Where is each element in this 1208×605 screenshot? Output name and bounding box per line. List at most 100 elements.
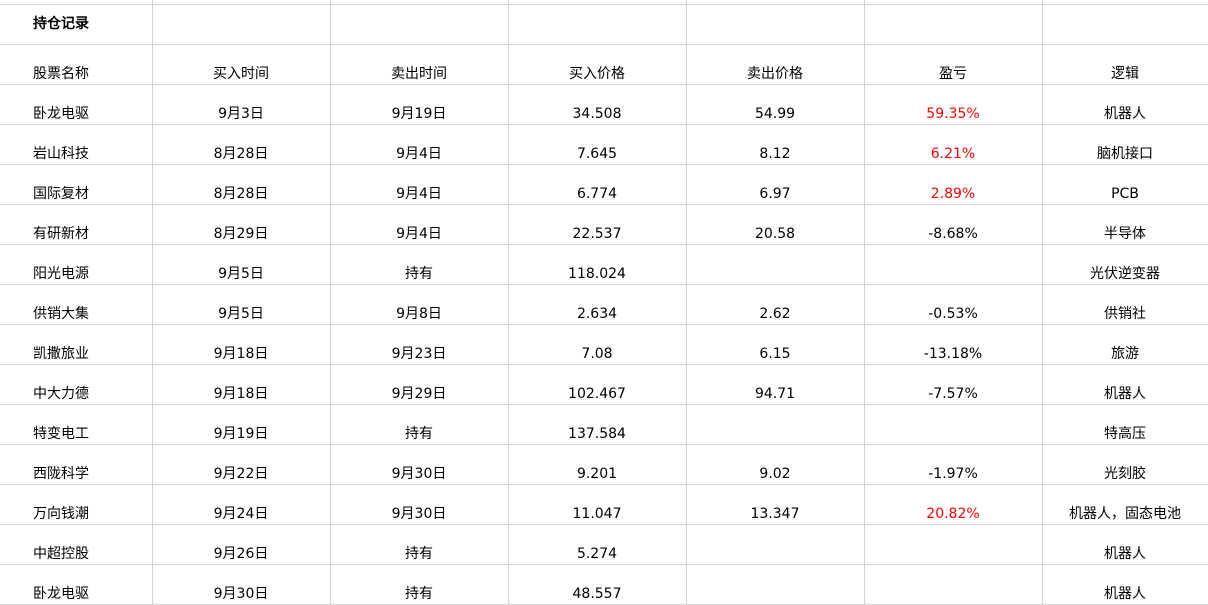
buy-price-cell[interactable]: 5.274: [508, 524, 687, 565]
sell-date-cell[interactable]: 持有: [330, 404, 509, 445]
sell-date-cell[interactable]: 9月29日: [330, 364, 509, 405]
sell-price-cell[interactable]: 9.02: [686, 444, 865, 485]
stock-name-cell[interactable]: 中超控股: [0, 524, 153, 565]
buy-price-cell[interactable]: 34.508: [508, 84, 687, 125]
header-sell-date[interactable]: 卖出时间: [330, 44, 509, 85]
sell-date-cell[interactable]: 9月23日: [330, 324, 509, 365]
header-pnl[interactable]: 盈亏: [864, 44, 1043, 85]
logic-cell[interactable]: 旅游: [1042, 324, 1208, 365]
buy-date-cell[interactable]: 9月22日: [152, 444, 331, 485]
logic-cell[interactable]: 半导体: [1042, 204, 1208, 245]
stock-name-cell[interactable]: 供销大集: [0, 284, 153, 325]
pnl-cell[interactable]: -7.57%: [864, 364, 1043, 405]
pnl-cell[interactable]: 20.82%: [864, 484, 1043, 525]
pnl-cell[interactable]: 59.35%: [864, 84, 1043, 125]
buy-price-cell[interactable]: 118.024: [508, 244, 687, 285]
logic-cell[interactable]: 供销社: [1042, 284, 1208, 325]
buy-price-cell[interactable]: 7.08: [508, 324, 687, 365]
logic-cell[interactable]: PCB: [1042, 164, 1208, 205]
pnl-cell[interactable]: [864, 564, 1043, 605]
sell-date-cell[interactable]: 9月4日: [330, 124, 509, 165]
buy-date-cell[interactable]: 9月26日: [152, 524, 331, 565]
buy-date-cell[interactable]: 9月5日: [152, 244, 331, 285]
buy-date-cell[interactable]: 9月18日: [152, 364, 331, 405]
stock-name-cell[interactable]: 凯撒旅业: [0, 324, 153, 365]
buy-date-cell[interactable]: 9月5日: [152, 284, 331, 325]
cell[interactable]: [508, 4, 687, 45]
pnl-cell[interactable]: -0.53%: [864, 284, 1043, 325]
pnl-cell[interactable]: [864, 404, 1043, 445]
buy-price-cell[interactable]: 137.584: [508, 404, 687, 445]
sell-date-cell[interactable]: 持有: [330, 244, 509, 285]
header-buy-date[interactable]: 买入时间: [152, 44, 331, 85]
buy-price-cell[interactable]: 2.634: [508, 284, 687, 325]
sell-price-cell[interactable]: 13.347: [686, 484, 865, 525]
sell-date-cell[interactable]: 9月8日: [330, 284, 509, 325]
pnl-cell[interactable]: [864, 244, 1043, 285]
buy-price-cell[interactable]: 11.047: [508, 484, 687, 525]
buy-date-cell[interactable]: 9月18日: [152, 324, 331, 365]
header-logic[interactable]: 逻辑: [1042, 44, 1208, 85]
stock-name-cell[interactable]: 万向钱潮: [0, 484, 153, 525]
sell-date-cell[interactable]: 9月4日: [330, 204, 509, 245]
buy-price-cell[interactable]: 6.774: [508, 164, 687, 205]
stock-name-cell[interactable]: 特变电工: [0, 404, 153, 445]
buy-price-cell[interactable]: 9.201: [508, 444, 687, 485]
logic-cell[interactable]: 脑机接口: [1042, 124, 1208, 165]
sell-price-cell[interactable]: 54.99: [686, 84, 865, 125]
sell-price-cell[interactable]: 6.97: [686, 164, 865, 205]
buy-price-cell[interactable]: 22.537: [508, 204, 687, 245]
cell[interactable]: [686, 4, 865, 45]
sell-price-cell[interactable]: 2.62: [686, 284, 865, 325]
sell-price-cell[interactable]: [686, 524, 865, 565]
pnl-cell[interactable]: 2.89%: [864, 164, 1043, 205]
sell-date-cell[interactable]: 持有: [330, 564, 509, 605]
buy-date-cell[interactable]: 8月28日: [152, 124, 331, 165]
logic-cell[interactable]: 机器人: [1042, 364, 1208, 405]
header-stock-name[interactable]: 股票名称: [0, 44, 153, 85]
sell-date-cell[interactable]: 9月4日: [330, 164, 509, 205]
buy-date-cell[interactable]: 9月30日: [152, 564, 331, 605]
pnl-cell[interactable]: -1.97%: [864, 444, 1043, 485]
stock-name-cell[interactable]: 中大力德: [0, 364, 153, 405]
sell-date-cell[interactable]: 9月30日: [330, 484, 509, 525]
pnl-cell[interactable]: [864, 524, 1043, 565]
sell-price-cell[interactable]: 94.71: [686, 364, 865, 405]
stock-name-cell[interactable]: 卧龙电驱: [0, 564, 153, 605]
logic-cell[interactable]: 机器人: [1042, 564, 1208, 605]
buy-price-cell[interactable]: 48.557: [508, 564, 687, 605]
stock-name-cell[interactable]: 国际复材: [0, 164, 153, 205]
cell[interactable]: [152, 4, 331, 45]
sell-price-cell[interactable]: 8.12: [686, 124, 865, 165]
header-buy-price[interactable]: 买入价格: [508, 44, 687, 85]
sell-date-cell[interactable]: 9月30日: [330, 444, 509, 485]
cell[interactable]: [330, 4, 509, 45]
logic-cell[interactable]: 机器人: [1042, 524, 1208, 565]
stock-name-cell[interactable]: 西陇科学: [0, 444, 153, 485]
logic-cell[interactable]: 光刻胶: [1042, 444, 1208, 485]
stock-name-cell[interactable]: 岩山科技: [0, 124, 153, 165]
buy-date-cell[interactable]: 8月29日: [152, 204, 331, 245]
sell-price-cell[interactable]: [686, 404, 865, 445]
sell-price-cell[interactable]: [686, 244, 865, 285]
sell-price-cell[interactable]: 6.15: [686, 324, 865, 365]
logic-cell[interactable]: 特高压: [1042, 404, 1208, 445]
buy-date-cell[interactable]: 9月24日: [152, 484, 331, 525]
stock-name-cell[interactable]: 有研新材: [0, 204, 153, 245]
cell[interactable]: [864, 4, 1043, 45]
logic-cell[interactable]: 光伏逆变器: [1042, 244, 1208, 285]
sell-price-cell[interactable]: [686, 564, 865, 605]
buy-price-cell[interactable]: 102.467: [508, 364, 687, 405]
pnl-cell[interactable]: -8.68%: [864, 204, 1043, 245]
buy-date-cell[interactable]: 9月19日: [152, 404, 331, 445]
pnl-cell[interactable]: -13.18%: [864, 324, 1043, 365]
logic-cell[interactable]: 机器人: [1042, 84, 1208, 125]
sell-date-cell[interactable]: 持有: [330, 524, 509, 565]
sell-date-cell[interactable]: 9月19日: [330, 84, 509, 125]
stock-name-cell[interactable]: 卧龙电驱: [0, 84, 153, 125]
sell-price-cell[interactable]: 20.58: [686, 204, 865, 245]
buy-date-cell[interactable]: 9月3日: [152, 84, 331, 125]
buy-price-cell[interactable]: 7.645: [508, 124, 687, 165]
logic-cell[interactable]: 机器人，固态电池: [1042, 484, 1208, 525]
cell[interactable]: [1042, 4, 1208, 45]
